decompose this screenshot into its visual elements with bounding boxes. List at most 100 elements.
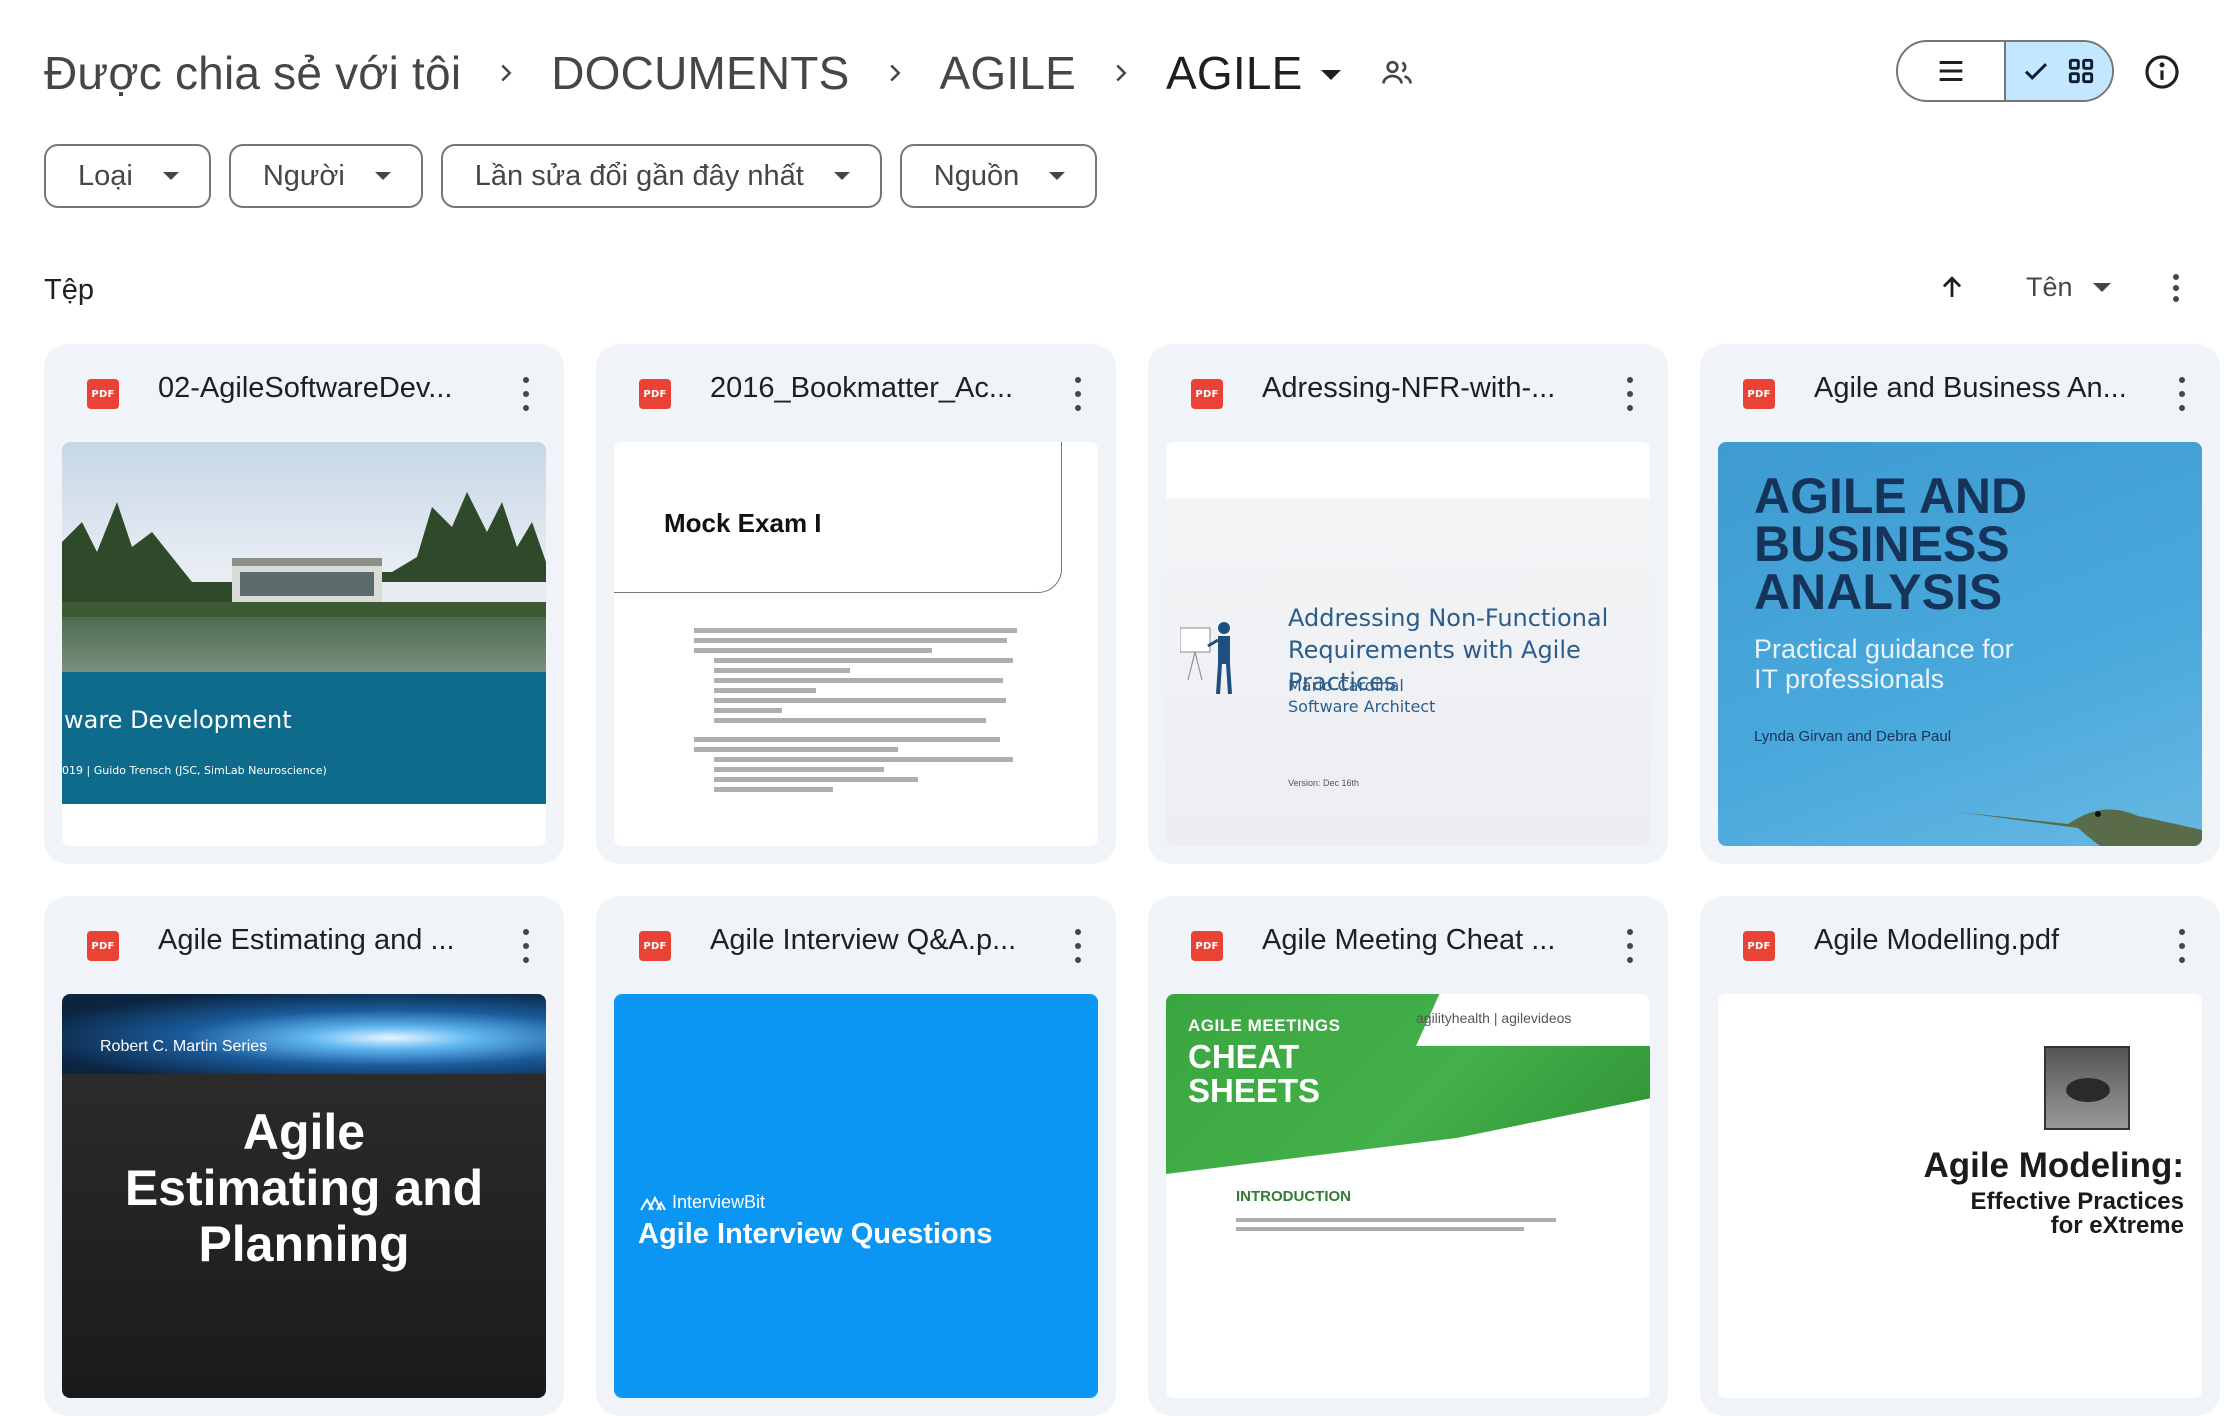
file-card[interactable]: PDF 02-AgileSoftwareDev... ware Developm…	[44, 344, 564, 864]
file-card[interactable]: PDF Agile Estimating and ... Robert C. M…	[44, 896, 564, 1416]
file-card[interactable]: PDF Adressing-NFR-with-... Addressing No…	[1148, 344, 1668, 864]
file-card[interactable]: PDF Agile Modelling.pdf Agile Modeling: …	[1700, 896, 2220, 1416]
view-toggle	[1896, 40, 2114, 102]
breadcrumb-documents[interactable]: DOCUMENTS	[551, 46, 849, 100]
file-thumbnail: Addressing Non-Functional Requirements w…	[1166, 442, 1650, 846]
thumbnail-heading: Mock Exam I	[664, 508, 822, 538]
hummingbird-image	[1958, 809, 2202, 846]
check-icon	[2024, 63, 2048, 80]
more-vert-icon[interactable]	[2172, 926, 2192, 966]
thumbnail-author: Mario Cardinal Software Architect	[1288, 676, 1436, 716]
thumbnail-subtitle: Practical guidance for IT professionals	[1754, 634, 2014, 694]
thumbnail-text-lines	[1236, 1218, 1556, 1236]
chip-label: Lần sửa đổi gần đây nhất	[474, 159, 804, 192]
thumbnail-heading: ware Development	[64, 706, 292, 734]
breadcrumb: Được chia sẻ với tôi DOCUMENTS AGILE AGI…	[44, 38, 1417, 108]
file-thumbnail: AGILE AND BUSINESS ANALYSIS Practical gu…	[1718, 442, 2202, 846]
chip-label: Loại	[78, 159, 133, 192]
more-vert-icon[interactable]	[2156, 266, 2196, 310]
thumbnail-text-lines	[694, 628, 1034, 797]
filter-type-chip[interactable]: Loại	[44, 144, 211, 208]
thumbnail-heading: Agile Estimating and Planning	[124, 1104, 484, 1272]
pdf-icon: PDF	[1743, 931, 1775, 961]
presenter-figure	[1180, 622, 1232, 695]
file-name: Agile Meeting Cheat ...	[1262, 924, 1556, 956]
file-name: 02-AgileSoftwareDev...	[158, 372, 453, 404]
filter-source-chip[interactable]: Nguồn	[899, 144, 1098, 208]
dropdown-arrow-icon	[2092, 282, 2111, 292]
file-name: Adressing-NFR-with-...	[1262, 372, 1556, 404]
file-thumbnail: InterviewBit Agile Interview Questions	[614, 994, 1098, 1398]
sort-by-button[interactable]: Tên	[2026, 272, 2111, 303]
file-card[interactable]: PDF Agile and Business An... AGILE AND B…	[1700, 344, 2220, 864]
file-name: 2016_Bookmatter_Ac...	[710, 372, 1014, 404]
pdf-icon: PDF	[87, 931, 119, 961]
more-vert-icon[interactable]	[2172, 374, 2192, 414]
grid-icon	[2068, 58, 2094, 84]
more-vert-icon[interactable]	[1068, 374, 1088, 414]
breadcrumb-current-folder[interactable]: AGILE	[1166, 46, 1341, 100]
file-name: Agile Estimating and ...	[158, 924, 455, 956]
file-name: Agile and Business An...	[1814, 372, 2127, 404]
pdf-icon: PDF	[639, 379, 671, 409]
dropdown-arrow-icon	[374, 172, 391, 180]
thumbnail-kicker: AGILE MEETINGS	[1188, 1016, 1341, 1035]
people-icon[interactable]	[1377, 53, 1417, 93]
arrow-up-icon[interactable]	[1930, 265, 1974, 309]
thumbnail-heading: CHEAT SHEETS	[1188, 1038, 1321, 1109]
pdf-icon: PDF	[1743, 379, 1775, 409]
dropdown-arrow-icon	[1049, 172, 1066, 180]
file-thumbnail: Mock Exam I	[614, 442, 1098, 846]
more-vert-icon[interactable]	[516, 926, 536, 966]
file-card[interactable]: PDF Agile Meeting Cheat ... AGILE MEETIN…	[1148, 896, 1668, 1416]
filter-modified-chip[interactable]: Lần sửa đổi gần đây nhất	[440, 144, 882, 208]
sort-label: Tên	[2026, 271, 2073, 302]
breadcrumb-agile[interactable]: AGILE	[940, 46, 1077, 100]
chevron-right-icon	[1076, 58, 1166, 88]
file-thumbnail: Agile Modeling: Effective Practices for …	[1718, 994, 2202, 1398]
thumbnail-intro: INTRODUCTION	[1236, 1188, 1351, 1205]
files-section-title: Tệp	[44, 274, 94, 306]
chip-label: Nguồn	[933, 159, 1020, 192]
pdf-icon: PDF	[1191, 931, 1223, 961]
current-folder-label: AGILE	[1166, 47, 1303, 99]
thumbnail-brand: agilityhealth | agilevideos	[1416, 1010, 1572, 1026]
info-icon[interactable]	[2140, 50, 2184, 94]
thumbnail-version: Version: Dec 16th	[1288, 778, 1360, 788]
file-thumbnail: Robert C. Martin Series Agile Estimating…	[62, 994, 546, 1398]
file-name: Agile Modelling.pdf	[1814, 924, 2060, 956]
thumbnail-authors: Lynda Girvan and Debra Paul	[1754, 728, 1952, 745]
chevron-right-icon	[461, 58, 551, 88]
interviewbit-logo-icon	[640, 1195, 666, 1211]
file-name: Agile Interview Q&A.p...	[710, 924, 1017, 956]
file-card[interactable]: PDF 2016_Bookmatter_Ac... Mock Exam I	[596, 344, 1116, 864]
chip-label: Người	[262, 159, 345, 192]
dropdown-arrow-icon	[833, 172, 850, 180]
file-thumbnail: ware Development 019 | Guido Trensch (JS…	[62, 442, 546, 846]
dropdown-arrow-icon	[1320, 70, 1341, 80]
thumbnail-heading: AGILE AND BUSINESS ANALYSIS	[1754, 468, 2028, 620]
thumbnail-heading: Agile Interview Questions	[638, 1218, 993, 1250]
cover-image	[2044, 1046, 2130, 1130]
filter-bar: Loại Người Lần sửa đổi gần đây nhất Nguồ…	[44, 144, 1098, 208]
chevron-right-icon	[850, 58, 940, 88]
list-view-button[interactable]	[1898, 42, 2004, 100]
thumbnail-series: Robert C. Martin Series	[100, 1038, 268, 1055]
pdf-icon: PDF	[87, 379, 119, 409]
more-vert-icon[interactable]	[1068, 926, 1088, 966]
file-card[interactable]: PDF Agile Interview Q&A.p... InterviewBi…	[596, 896, 1116, 1416]
list-icon	[1939, 60, 1963, 82]
grid-view-button[interactable]	[2004, 42, 2112, 100]
pdf-icon: PDF	[1191, 379, 1223, 409]
more-vert-icon[interactable]	[1620, 374, 1640, 414]
thumbnail-brand: InterviewBit	[640, 1192, 765, 1213]
more-vert-icon[interactable]	[1620, 926, 1640, 966]
thumbnail-heading: Agile Modeling:	[1923, 1146, 2184, 1185]
more-vert-icon[interactable]	[516, 374, 536, 414]
thumbnail-subtext: 019 | Guido Trensch (JSC, SimLab Neurosc…	[62, 764, 327, 777]
sort-controls: Tên	[1930, 262, 2111, 312]
dropdown-arrow-icon	[162, 172, 179, 180]
filter-people-chip[interactable]: Người	[228, 144, 423, 208]
breadcrumb-shared-with-me[interactable]: Được chia sẻ với tôi	[44, 46, 461, 100]
pdf-icon: PDF	[639, 931, 671, 961]
